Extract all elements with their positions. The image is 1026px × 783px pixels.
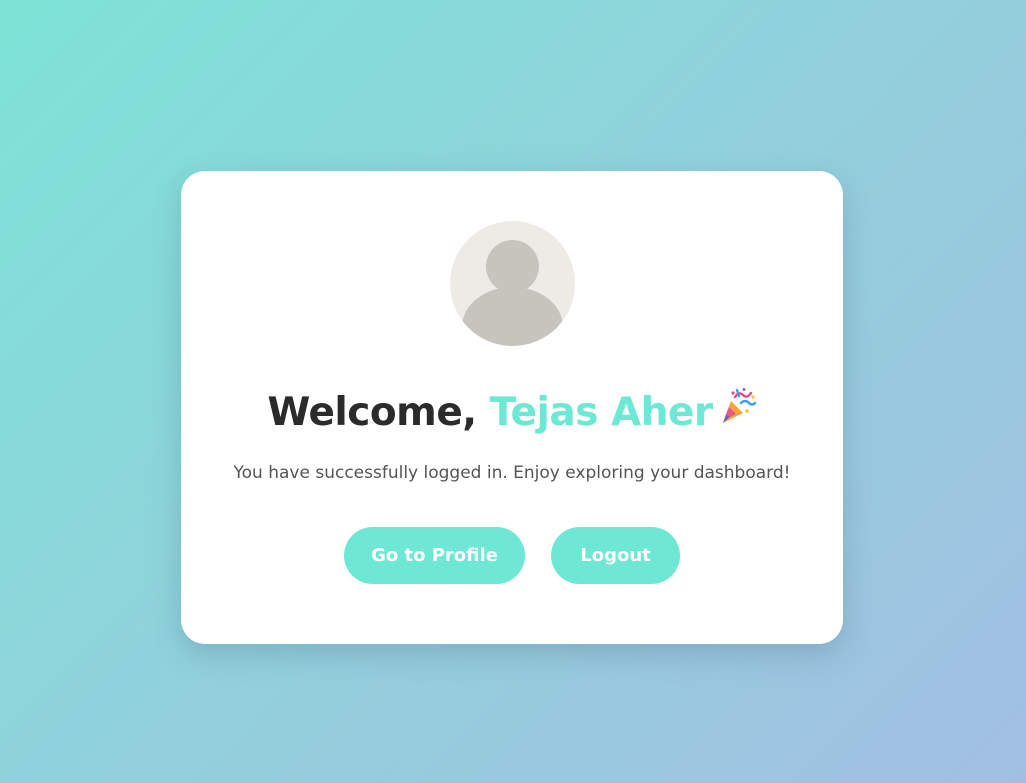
welcome-card: Welcome, Tejas Aher You have successfull…	[181, 171, 843, 644]
success-message: You have successfully logged in. Enjoy e…	[233, 463, 791, 483]
page-background: { "card": { "title_prefix": "Welcome, ",…	[0, 0, 1026, 783]
go-to-profile-button[interactable]: Go to Profile	[344, 527, 525, 584]
avatar-body-shape	[462, 287, 563, 346]
party-popper-icon	[717, 387, 757, 437]
avatar-head-shape	[486, 240, 539, 293]
avatar	[450, 221, 575, 346]
logout-button[interactable]: Logout	[551, 527, 680, 584]
welcome-prefix: Welcome,	[267, 390, 490, 435]
welcome-title: Welcome, Tejas Aher	[181, 387, 843, 437]
user-name: Tejas Aher	[489, 390, 713, 435]
